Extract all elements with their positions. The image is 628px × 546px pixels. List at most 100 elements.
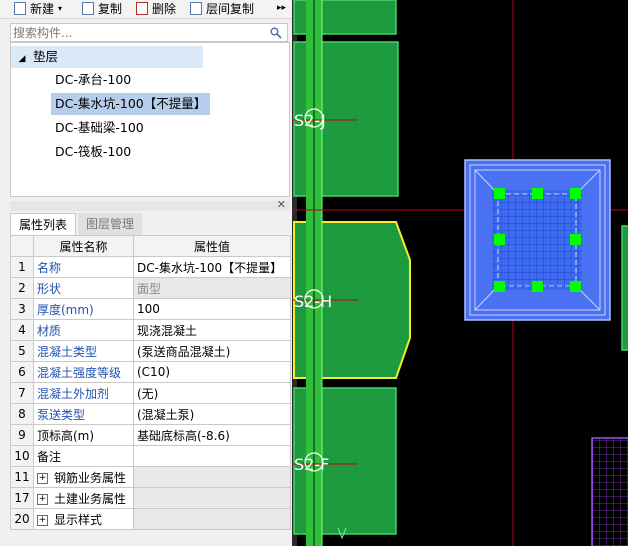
new-button[interactable]: 新建 ▾ <box>14 0 62 16</box>
delete-button[interactable]: 删除 <box>136 0 176 16</box>
property-name: 混凝土类型 <box>33 340 134 362</box>
grip-handle[interactable] <box>570 281 581 292</box>
purple-mesh-element[interactable] <box>591 437 628 546</box>
row-number: 2 <box>10 277 34 299</box>
table-row[interactable]: 11 + 钢筋业务属性 <box>10 466 291 488</box>
copy-button[interactable]: 复制 <box>82 0 122 16</box>
table-row[interactable]: 3 厚度(mm) 100 <box>10 298 291 320</box>
copy-icon <box>82 1 94 15</box>
floor-copy-label: 层间复制 <box>206 1 255 16</box>
expand-icon[interactable]: + <box>37 493 48 505</box>
tab-properties[interactable]: 属性列表 <box>10 213 76 235</box>
row-number: 17 <box>10 487 34 509</box>
grip-handle[interactable] <box>570 234 581 245</box>
row-number: 7 <box>10 382 34 404</box>
axis-label: S2-J <box>294 111 326 130</box>
property-name: 形状 <box>33 277 134 299</box>
tree-item[interactable]: DC-筏板-100 <box>51 141 135 163</box>
grid-header-row: 属性名称 属性值 <box>10 235 291 257</box>
row-number: 10 <box>10 445 34 467</box>
table-row[interactable]: 5 混凝土类型 (泵送商品混凝土) <box>10 340 291 362</box>
property-value[interactable]: (无) <box>133 382 291 404</box>
grip-handle[interactable] <box>532 188 543 199</box>
grip-handle[interactable] <box>494 281 505 292</box>
search-box <box>10 23 288 42</box>
property-value: 面型 <box>133 277 291 299</box>
table-row[interactable]: 6 混凝土强度等级 (C10) <box>10 361 291 383</box>
row-number: 9 <box>10 424 34 446</box>
sump-pit[interactable] <box>464 159 611 321</box>
property-tabs: 属性列表 图层管理 <box>10 213 290 235</box>
tree-item-selected[interactable]: DC-集水坑-100【不提量】 <box>51 93 211 115</box>
property-value[interactable]: (泵送商品混凝土) <box>133 340 291 362</box>
close-icon[interactable]: ✕ <box>277 198 286 211</box>
group-row-name[interactable]: + 土建业务属性 <box>33 487 134 509</box>
axis-label: S2-H <box>294 292 332 311</box>
property-value[interactable]: 基础底标高(-8.6) <box>133 424 291 446</box>
table-row[interactable]: 10 备注 <box>10 445 291 467</box>
grip-handle[interactable] <box>570 188 581 199</box>
table-row[interactable]: 7 混凝土外加剂 (无) <box>10 382 291 404</box>
property-name: 顶标高(m) <box>33 424 134 446</box>
table-row[interactable]: 9 顶标高(m) 基础底标高(-8.6) <box>10 424 291 446</box>
table-row[interactable]: 2 形状 面型 <box>10 277 291 299</box>
row-number: 3 <box>10 298 34 320</box>
table-row[interactable]: 20 + 显示样式 <box>10 508 291 530</box>
expand-icon[interactable]: + <box>37 472 48 484</box>
grid-header-name: 属性名称 <box>33 235 134 257</box>
property-name: 混凝土外加剂 <box>33 382 134 404</box>
tree-category-node[interactable]: ◢ 垫层 <box>11 46 203 68</box>
property-grid: 属性名称 属性值 1 名称 DC-集水坑-100【不提量】 2 形状 面型 3 … <box>10 235 291 530</box>
property-name: 材质 <box>33 319 134 341</box>
property-name: 泵送类型 <box>33 403 134 425</box>
table-row[interactable]: 8 泵送类型 (混凝土泵) <box>10 403 291 425</box>
tree-item[interactable]: DC-基础梁-100 <box>51 117 148 139</box>
search-input[interactable] <box>11 24 267 41</box>
row-number: 20 <box>10 508 34 530</box>
new-label: 新建 <box>30 1 55 16</box>
property-name: 名称 <box>33 256 134 278</box>
grid-header-corner <box>10 235 34 257</box>
left-panel: 新建 ▾ 复制 删除 层间复制 ▸▸ ◢垫层 DC-承台-100 DC-集水坑-… <box>0 0 292 546</box>
property-value[interactable]: 100 <box>133 298 291 320</box>
expand-icon[interactable]: + <box>37 514 48 526</box>
grip-handle[interactable] <box>532 281 543 292</box>
drawing-canvas[interactable]: S2-J S2-H S2-F <box>292 0 628 546</box>
floor-copy-icon <box>190 1 202 15</box>
row-number: 5 <box>10 340 34 362</box>
property-name: 混凝土强度等级 <box>33 361 134 383</box>
toolbar: 新建 ▾ 复制 删除 层间复制 ▸▸ <box>0 0 292 19</box>
tree-category-label: 垫层 <box>33 49 59 64</box>
property-name: 厚度(mm) <box>33 298 134 320</box>
group-row-name[interactable]: + 显示样式 <box>33 508 134 530</box>
grip-handle[interactable] <box>494 188 505 199</box>
search-icon[interactable] <box>270 27 282 39</box>
grip-handle[interactable] <box>494 234 505 245</box>
property-value[interactable]: (C10) <box>133 361 291 383</box>
collapse-arrow-icon[interactable]: ◢ <box>11 48 33 70</box>
property-value <box>133 508 291 530</box>
row-number: 8 <box>10 403 34 425</box>
slab-region-partial[interactable] <box>621 225 628 351</box>
table-row[interactable]: 1 名称 DC-集水坑-100【不提量】 <box>10 256 291 278</box>
table-row[interactable]: 4 材质 现浇混凝土 <box>10 319 291 341</box>
property-value[interactable] <box>133 445 291 467</box>
row-number: 11 <box>10 466 34 488</box>
property-value <box>133 466 291 488</box>
group-row-name[interactable]: + 钢筋业务属性 <box>33 466 134 488</box>
property-value[interactable]: DC-集水坑-100【不提量】 <box>133 256 291 278</box>
property-value[interactable]: (混凝土泵) <box>133 403 291 425</box>
panel-splitter[interactable]: ✕ <box>10 198 290 211</box>
tree-item[interactable]: DC-承台-100 <box>51 69 135 91</box>
dropdown-arrow-icon[interactable]: ▾ <box>58 4 62 13</box>
row-number: 6 <box>10 361 34 383</box>
table-row[interactable]: 17 + 土建业务属性 <box>10 487 291 509</box>
copy-label: 复制 <box>98 1 123 16</box>
tab-layers[interactable]: 图层管理 <box>78 213 142 235</box>
row-number: 4 <box>10 319 34 341</box>
group-row-label: 土建业务属性 <box>54 491 127 506</box>
toolbar-overflow-button[interactable]: ▸▸ <box>277 0 286 16</box>
floor-copy-button[interactable]: 层间复制 <box>190 0 254 16</box>
property-value <box>133 487 291 509</box>
property-value[interactable]: 现浇混凝土 <box>133 319 291 341</box>
